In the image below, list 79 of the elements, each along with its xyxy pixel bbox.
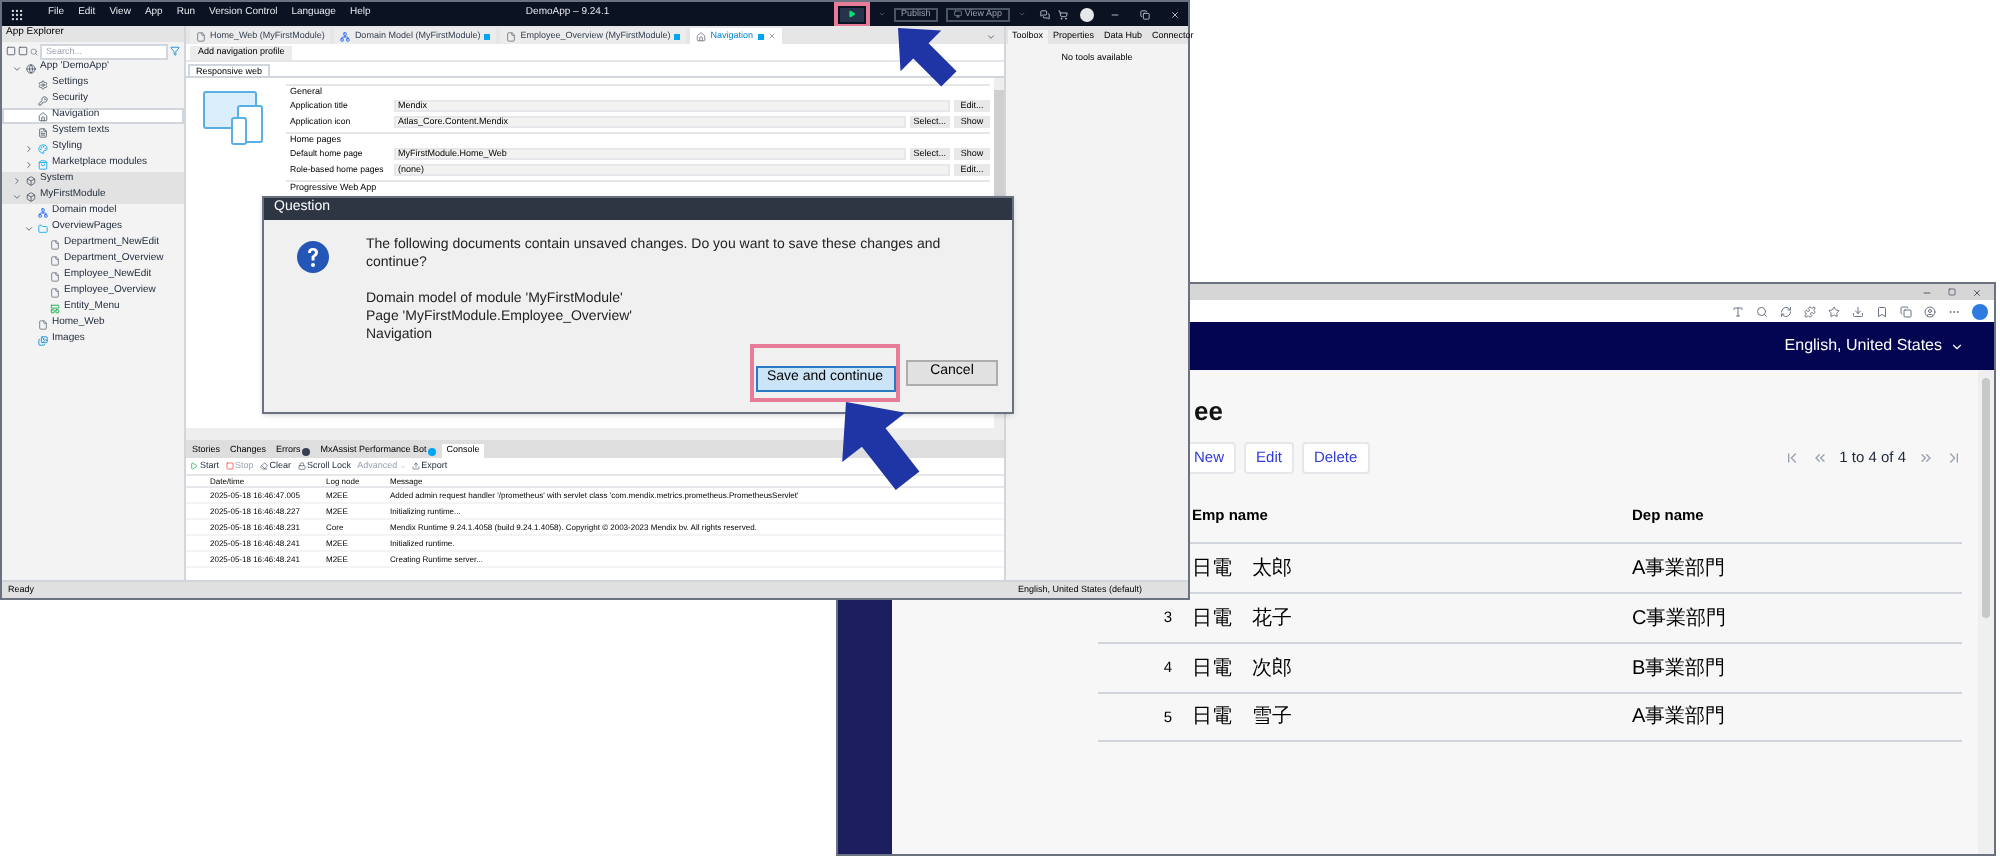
minimize-icon[interactable] bbox=[1110, 9, 1120, 19]
network-icon bbox=[38, 207, 48, 217]
chevron-right-icon[interactable] bbox=[12, 175, 22, 185]
app-grid-icon[interactable] bbox=[10, 7, 24, 21]
chevron-down-icon[interactable] bbox=[12, 63, 22, 73]
table-cell-text: A事業部門 bbox=[1632, 555, 1728, 583]
eraser-icon bbox=[259, 462, 268, 470]
table-cell-text: 日電 太郎 bbox=[1192, 555, 1294, 583]
last-page-icon[interactable] bbox=[1946, 450, 1962, 466]
extension-icon[interactable] bbox=[1804, 305, 1816, 317]
page-title: ee bbox=[1194, 398, 1225, 424]
key-icon bbox=[38, 95, 48, 105]
next-page-icon[interactable] bbox=[1918, 450, 1934, 466]
globe-icon bbox=[26, 63, 36, 73]
box-icon bbox=[26, 191, 36, 201]
tab-list-icon[interactable] bbox=[986, 32, 996, 42]
box-icon bbox=[26, 175, 36, 185]
network-icon bbox=[340, 31, 351, 41]
maximize-icon[interactable] bbox=[1948, 288, 1956, 296]
language-selector[interactable]: English, United States bbox=[1784, 334, 1964, 358]
page-icon bbox=[50, 239, 60, 249]
search-icon bbox=[30, 47, 38, 55]
stop-icon bbox=[225, 462, 234, 470]
play-icon bbox=[190, 462, 198, 470]
page-icon bbox=[38, 319, 48, 329]
gear-icon bbox=[38, 79, 48, 89]
minimize-icon[interactable] bbox=[1922, 287, 1932, 297]
chevron-right-icon[interactable] bbox=[24, 159, 34, 169]
zoom-icon[interactable] bbox=[1756, 305, 1768, 317]
images-icon bbox=[38, 335, 48, 345]
play-icon bbox=[847, 10, 856, 18]
table-cell-text: 日電 次郎 bbox=[1192, 655, 1294, 683]
avatar-icon[interactable] bbox=[1080, 7, 1094, 21]
page-icon bbox=[50, 287, 60, 297]
question-icon bbox=[296, 239, 330, 273]
star-icon[interactable] bbox=[1828, 305, 1840, 317]
page-icon bbox=[506, 31, 517, 41]
table-cell-text: B事業部門 bbox=[1632, 655, 1728, 683]
chevron-down-icon bbox=[1950, 339, 1964, 353]
bag-icon bbox=[38, 159, 48, 169]
arrow bbox=[842, 402, 920, 491]
refresh-icon[interactable] bbox=[1780, 305, 1792, 317]
filter-icon[interactable] bbox=[170, 46, 180, 56]
horizontal-scrollbar[interactable] bbox=[186, 428, 1004, 440]
collections-icon[interactable] bbox=[1900, 305, 1912, 317]
table-cell-text: 日電 雪子 bbox=[1192, 704, 1294, 732]
arrow bbox=[898, 28, 957, 87]
document-icon bbox=[38, 127, 48, 137]
table-cell-text: A事業部門 bbox=[1632, 703, 1728, 732]
collapse-icon[interactable] bbox=[6, 46, 16, 56]
page-icon bbox=[196, 31, 206, 41]
page-icon bbox=[50, 271, 60, 281]
run-button[interactable] bbox=[839, 7, 864, 21]
first-page-icon[interactable] bbox=[1783, 450, 1800, 466]
chat-icon[interactable] bbox=[1040, 9, 1050, 19]
lock-icon bbox=[297, 462, 306, 470]
table-cell-text: C事業部門 bbox=[1632, 605, 1729, 633]
chevron-right-icon[interactable] bbox=[24, 143, 34, 153]
house-icon bbox=[38, 111, 48, 121]
profile-icon[interactable] bbox=[1924, 305, 1936, 317]
expand-icon[interactable] bbox=[18, 46, 28, 56]
table-cell-text: 日電 花子 bbox=[1192, 605, 1294, 633]
house-icon bbox=[696, 31, 707, 41]
previous-page-icon[interactable] bbox=[1811, 450, 1828, 466]
bookmark-icon[interactable] bbox=[1876, 305, 1888, 317]
restore-icon[interactable] bbox=[1140, 9, 1150, 19]
page-icon bbox=[50, 255, 60, 265]
chevron-down-icon[interactable] bbox=[24, 223, 34, 233]
download-icon[interactable] bbox=[1852, 305, 1864, 317]
vertical-scrollbar[interactable] bbox=[1978, 370, 1994, 854]
monitor-icon bbox=[954, 10, 963, 18]
text-size-icon[interactable] bbox=[1732, 305, 1744, 317]
folder-icon bbox=[38, 223, 48, 233]
cart-icon[interactable] bbox=[1058, 9, 1068, 19]
copilot-icon[interactable] bbox=[1972, 303, 1988, 319]
palette-icon bbox=[38, 143, 48, 153]
export-icon bbox=[411, 462, 420, 470]
layout-icon bbox=[50, 303, 60, 313]
chevron-down-icon[interactable] bbox=[12, 191, 22, 201]
